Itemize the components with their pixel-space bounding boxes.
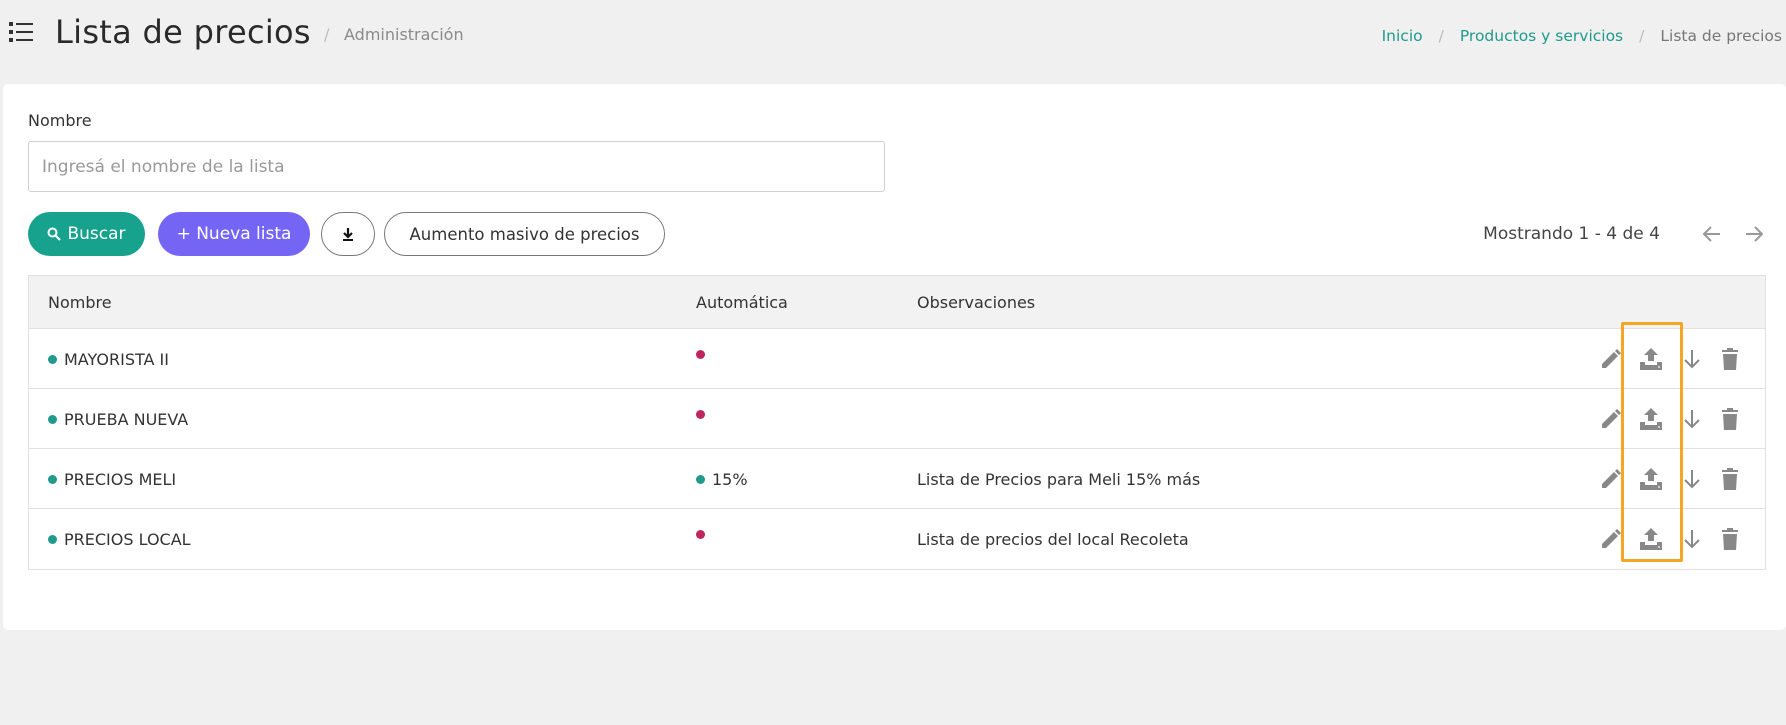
- upload-button[interactable]: [1635, 525, 1667, 553]
- row-name: PRECIOS LOCAL: [64, 530, 191, 549]
- arrow-down-icon: [1684, 410, 1700, 429]
- status-dot: [48, 355, 57, 364]
- name-search-input[interactable]: [28, 141, 885, 192]
- mass-price-increase-button[interactable]: Aumento masivo de precios: [384, 212, 665, 256]
- upload-button[interactable]: [1635, 465, 1667, 493]
- trash-icon: [1722, 348, 1738, 370]
- upload-icon: [1640, 408, 1662, 430]
- trash-icon: [1722, 408, 1738, 430]
- pencil-icon: [1602, 409, 1621, 428]
- upload-icon: [1640, 348, 1662, 370]
- upload-button[interactable]: [1635, 405, 1667, 433]
- automatic-status-dot: [696, 410, 705, 419]
- row-automatic-cell: [696, 350, 712, 359]
- trash-icon: [1722, 528, 1738, 550]
- row-name: MAYORISTA II: [64, 350, 169, 369]
- arrow-right-icon[interactable]: [1742, 222, 1766, 246]
- price-list-card: Nombre Buscar + Nueva lista Aumento masi…: [3, 84, 1786, 630]
- list-menu-icon[interactable]: [8, 20, 34, 44]
- section-label: Administración: [344, 25, 464, 44]
- upload-icon: [1640, 528, 1662, 550]
- row-observations: Lista de Precios para Meli 15% más: [917, 470, 1201, 489]
- pagination: Mostrando 1 - 4 de 4: [1483, 222, 1766, 246]
- search-icon: [47, 227, 62, 241]
- sort-down-button[interactable]: [1678, 405, 1706, 433]
- header-name[interactable]: Nombre: [48, 293, 112, 312]
- row-automatic-cell: [696, 410, 712, 419]
- arrow-left-icon[interactable]: [1700, 222, 1724, 246]
- status-dot: [48, 475, 57, 484]
- title-separator: /: [324, 25, 330, 44]
- upload-button[interactable]: [1635, 345, 1667, 373]
- row-automatic: 15%: [712, 470, 748, 489]
- status-dot: [48, 535, 57, 544]
- table-row[interactable]: PRECIOS MELI 15% Lista de Precios para M…: [29, 449, 1765, 509]
- automatic-status-dot: [696, 350, 705, 359]
- row-name-cell: MAYORISTA II: [48, 350, 169, 369]
- pencil-icon: [1602, 529, 1621, 548]
- upload-icon: [1640, 468, 1662, 490]
- arrow-down-icon: [1684, 350, 1700, 369]
- table-row[interactable]: PRECIOS LOCAL Lista de precios del local…: [29, 509, 1765, 569]
- row-actions: [1597, 345, 1754, 373]
- sort-down-button[interactable]: [1678, 465, 1706, 493]
- edit-button[interactable]: [1597, 525, 1625, 553]
- name-field-label: Nombre: [28, 111, 92, 130]
- pagination-text: Mostrando 1 - 4 de 4: [1483, 224, 1660, 244]
- edit-button[interactable]: [1597, 405, 1625, 433]
- new-list-button[interactable]: + Nueva lista: [158, 212, 310, 256]
- row-actions: [1597, 525, 1754, 553]
- row-observations: Lista de precios del local Recoleta: [917, 530, 1189, 549]
- delete-button[interactable]: [1716, 405, 1744, 433]
- row-automatic-cell: 15%: [696, 470, 748, 489]
- edit-button[interactable]: [1597, 465, 1625, 493]
- row-actions: [1597, 465, 1754, 493]
- header-automatic[interactable]: Automática: [696, 293, 788, 312]
- row-name-cell: PRECIOS MELI: [48, 470, 176, 489]
- top-bar: Lista de precios / Administración Inicio…: [0, 0, 1786, 72]
- arrow-down-icon: [1684, 470, 1700, 489]
- breadcrumb-separator: /: [1438, 27, 1444, 45]
- delete-button[interactable]: [1716, 345, 1744, 373]
- edit-button[interactable]: [1597, 345, 1625, 373]
- arrow-down-icon: [1684, 530, 1700, 549]
- breadcrumb-parent-link[interactable]: Productos y servicios: [1460, 27, 1623, 45]
- table-header: Nombre Automática Observaciones: [29, 276, 1765, 329]
- delete-button[interactable]: [1716, 525, 1744, 553]
- automatic-status-dot: [696, 530, 705, 539]
- page-title: Lista de precios: [55, 13, 311, 51]
- delete-button[interactable]: [1716, 465, 1744, 493]
- header-observations[interactable]: Observaciones: [917, 293, 1035, 312]
- automatic-status-dot: [696, 475, 705, 484]
- mass-price-increase-label: Aumento masivo de precios: [409, 224, 640, 244]
- sort-down-button[interactable]: [1678, 525, 1706, 553]
- row-name: PRECIOS MELI: [64, 470, 177, 489]
- new-list-button-label: + Nueva lista: [176, 224, 292, 244]
- row-name: PRUEBA NUEVA: [64, 410, 189, 429]
- table-row[interactable]: MAYORISTA II: [29, 329, 1765, 389]
- trash-icon: [1722, 468, 1738, 490]
- download-button[interactable]: [321, 212, 375, 256]
- row-actions: [1597, 405, 1754, 433]
- status-dot: [48, 415, 57, 424]
- search-button[interactable]: Buscar: [28, 212, 145, 256]
- breadcrumb: Inicio / Productos y servicios / Lista d…: [1382, 27, 1782, 45]
- pencil-icon: [1602, 349, 1621, 368]
- row-automatic-cell: [696, 530, 712, 539]
- breadcrumb-current: Lista de precios: [1660, 27, 1782, 45]
- price-list-table: Nombre Automática Observaciones MAYORIST…: [28, 275, 1766, 570]
- breadcrumb-separator: /: [1639, 27, 1645, 45]
- row-name-cell: PRUEBA NUEVA: [48, 410, 188, 429]
- breadcrumb-home-link[interactable]: Inicio: [1382, 27, 1423, 45]
- sort-down-button[interactable]: [1678, 345, 1706, 373]
- pencil-icon: [1602, 469, 1621, 488]
- row-name-cell: PRECIOS LOCAL: [48, 530, 191, 549]
- download-icon: [343, 228, 353, 241]
- search-button-label: Buscar: [67, 224, 126, 244]
- table-row[interactable]: PRUEBA NUEVA: [29, 389, 1765, 449]
